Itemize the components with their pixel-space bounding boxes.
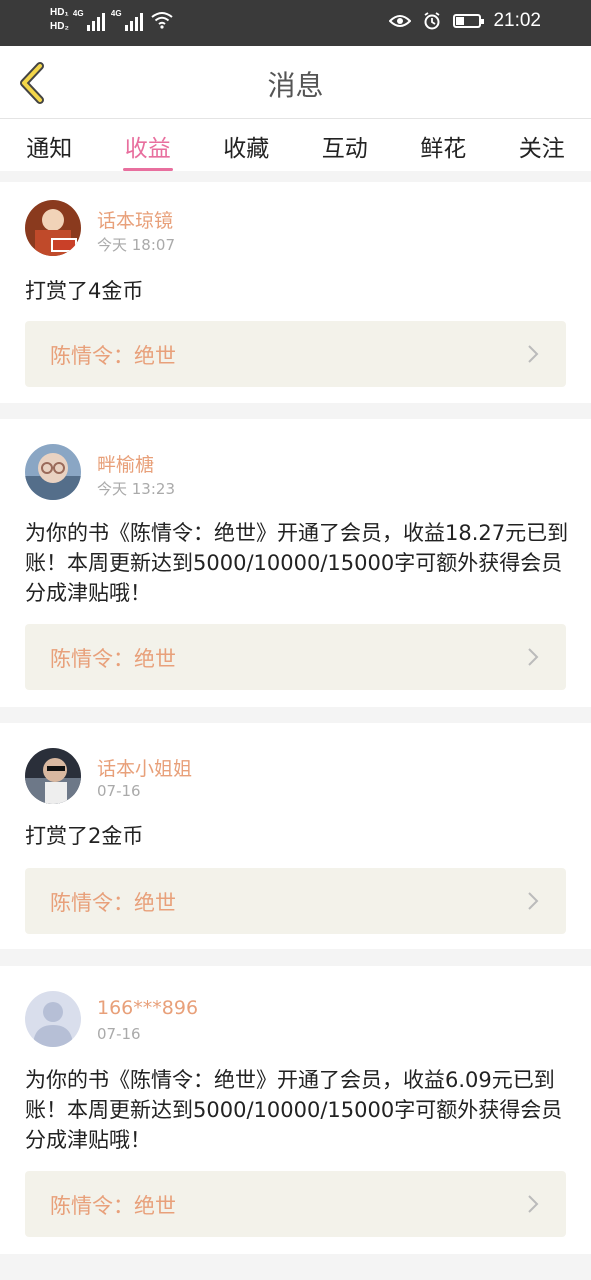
timestamp: 07-16 xyxy=(97,1025,141,1043)
status-right: 21:02 xyxy=(389,10,541,32)
book-title: 陈情令：绝世 xyxy=(50,344,176,368)
tab-earnings[interactable]: 收益 xyxy=(99,119,198,171)
avatar[interactable] xyxy=(25,200,81,256)
tab-flowers[interactable]: 鲜花 xyxy=(394,119,493,171)
avatar[interactable] xyxy=(25,748,81,804)
wifi-icon xyxy=(151,12,173,29)
username[interactable]: 166***896 xyxy=(97,997,198,1019)
chevron-right-icon xyxy=(528,345,539,363)
tab-label: 关注 xyxy=(518,136,565,162)
message-text: 打赏了4金币 xyxy=(25,279,144,303)
tab-label: 鲜花 xyxy=(420,136,467,162)
eye-icon xyxy=(389,15,412,27)
message-text: 为你的书《陈情令：绝世》开通了会员，收益6.09元已到账！本周更新达到5000/… xyxy=(25,1068,563,1152)
avatar[interactable] xyxy=(25,991,81,1047)
alarm-icon xyxy=(424,12,440,30)
timestamp: 07-16 xyxy=(97,782,141,800)
message-card: 畔榆榶 今天 13:23 为你的书《陈情令：绝世》开通了会员，收益18.27元已… xyxy=(0,419,591,707)
message-card: 166***896 07-16 为你的书《陈情令：绝世》开通了会员，收益6.09… xyxy=(0,966,591,1254)
book-link[interactable]: 陈情令：绝世 xyxy=(25,321,566,387)
hd-icon: HD₂ xyxy=(50,21,69,32)
active-tab-indicator xyxy=(122,168,173,171)
signal-icon: 4G xyxy=(110,9,145,31)
tab-following[interactable]: 关注 xyxy=(493,119,591,171)
status-bar: HD₁ HD₂ 4G 4G 21:02 xyxy=(0,0,591,46)
book-link[interactable]: 陈情令：绝世 xyxy=(25,1171,566,1237)
hd-badges: HD₁ HD₂ xyxy=(50,7,69,33)
tab-label: 通知 xyxy=(26,136,73,162)
book-title: 陈情令：绝世 xyxy=(50,1194,176,1218)
signal-label: 4G xyxy=(72,9,84,18)
tab-notifications[interactable]: 通知 xyxy=(0,119,99,171)
message-text: 打赏了2金币 xyxy=(25,824,144,848)
nav-header: 消息 xyxy=(0,46,591,119)
username[interactable]: 话本小姐姐 xyxy=(97,754,192,781)
hd-icon: HD₁ xyxy=(50,7,69,18)
book-link[interactable]: 陈情令：绝世 xyxy=(25,868,566,934)
signal-label: 4G xyxy=(110,9,122,18)
tab-label: 互动 xyxy=(321,136,368,162)
battery-icon xyxy=(453,14,485,28)
tab-label: 收藏 xyxy=(223,136,270,162)
timestamp: 今天 13:23 xyxy=(97,480,175,498)
book-title: 陈情令：绝世 xyxy=(50,891,176,915)
book-title: 陈情令：绝世 xyxy=(50,647,176,671)
tab-bar: 通知 收益 收藏 互动 鲜花 关注 xyxy=(0,119,591,171)
book-link[interactable]: 陈情令：绝世 xyxy=(25,624,566,690)
avatar[interactable] xyxy=(25,444,81,500)
message-card: 话本小姐姐 07-16 打赏了2金币 陈情令：绝世 xyxy=(0,723,591,949)
message-text: 为你的书《陈情令：绝世》开通了会员，收益18.27元已到账！本周更新达到5000… xyxy=(25,521,569,605)
username[interactable]: 话本琼镜 xyxy=(97,206,173,233)
chevron-right-icon xyxy=(528,892,539,910)
tab-interactions[interactable]: 互动 xyxy=(296,119,395,171)
status-left: HD₁ HD₂ 4G 4G xyxy=(50,7,173,33)
username[interactable]: 畔榆榶 xyxy=(97,450,154,477)
chevron-right-icon xyxy=(528,648,539,666)
tab-label: 收益 xyxy=(124,136,171,162)
signal-icon: 4G xyxy=(72,9,107,31)
clock: 21:02 xyxy=(493,10,541,31)
message-card: 话本琼镜 今天 18:07 打赏了4金币 陈情令：绝世 xyxy=(0,182,591,403)
page-title: 消息 xyxy=(267,69,324,102)
timestamp: 今天 18:07 xyxy=(97,236,175,254)
tab-favorites[interactable]: 收藏 xyxy=(197,119,296,171)
chevron-right-icon xyxy=(528,1195,539,1213)
